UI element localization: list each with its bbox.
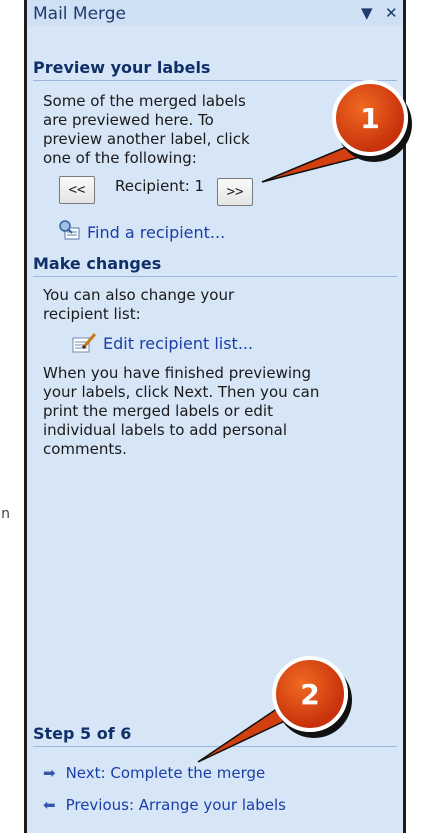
find-recipient-icon: [59, 220, 81, 244]
pane-title: Mail Merge: [33, 4, 127, 24]
callout-badge-2: 2: [272, 656, 348, 732]
next-recipient-button[interactable]: >>: [217, 178, 253, 206]
change-instructions: You can also change your recipient list:: [43, 286, 235, 323]
callout-badge-1: 1: [332, 80, 408, 156]
arrow-left-icon: ⬅: [43, 796, 56, 814]
pane-titlebar: Mail Merge ▼ ✕: [27, 0, 403, 26]
previous-recipient-button[interactable]: <<: [59, 176, 95, 204]
preview-heading: Preview your labels: [33, 58, 397, 81]
step-indicator: Step 5 of 6: [33, 724, 397, 747]
make-changes-heading: Make changes: [33, 254, 397, 277]
close-icon[interactable]: ✕: [385, 4, 398, 22]
recipient-counter: Recipient: 1: [115, 177, 205, 195]
find-recipient-link[interactable]: Find a recipient...: [87, 223, 225, 242]
arrow-right-icon: ➡: [43, 764, 56, 782]
next-step-label: Next: Complete the merge: [65, 764, 266, 782]
edit-list-icon: [71, 332, 97, 358]
previous-step-link[interactable]: ⬅ Previous: Arrange your labels: [43, 796, 286, 814]
edit-recipient-list-link[interactable]: Edit recipient list...: [103, 334, 253, 353]
next-step-link[interactable]: ➡ Next: Complete the merge: [43, 764, 265, 782]
triangle-down-icon[interactable]: ▼: [361, 4, 373, 22]
previous-step-label: Previous: Arrange your labels: [65, 796, 286, 814]
finish-instructions: When you have finished previewing your l…: [43, 364, 320, 458]
preview-instructions: Some of the merged labels are previewed …: [43, 92, 250, 167]
cropped-document-text: n: [1, 506, 10, 522]
